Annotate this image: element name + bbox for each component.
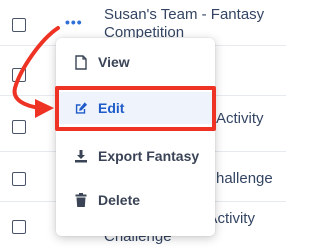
menu-item-edit[interactable]: Edit xyxy=(56,92,215,124)
row-actions-menu: View Edit Export Fantasy Delete xyxy=(56,38,215,236)
edit-icon xyxy=(74,100,88,116)
row-title[interactable]: Susan's Team - Fantasy Competition xyxy=(104,6,264,42)
menu-item-export-fantasy[interactable]: Export Fantasy xyxy=(56,140,215,172)
row-actions-icon[interactable]: ••• xyxy=(65,15,83,29)
row-checkbox[interactable] xyxy=(12,18,26,32)
row-checkbox[interactable] xyxy=(12,172,26,186)
download-icon xyxy=(74,148,88,164)
row-checkbox[interactable] xyxy=(12,220,26,234)
row-title[interactable]: hallenge xyxy=(216,170,273,188)
menu-item-delete[interactable]: Delete xyxy=(56,184,215,216)
row-checkbox[interactable] xyxy=(12,120,26,134)
row-title[interactable]: Activity xyxy=(216,110,264,128)
menu-item-view[interactable]: View xyxy=(56,46,215,78)
trash-icon xyxy=(74,192,88,208)
document-icon xyxy=(74,54,88,70)
row-checkbox[interactable] xyxy=(12,68,26,82)
